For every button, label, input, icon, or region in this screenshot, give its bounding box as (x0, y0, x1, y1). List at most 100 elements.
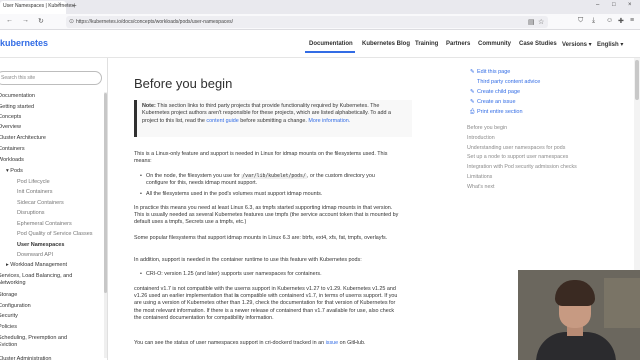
cri-dockerd-text: on GitHub. (338, 340, 366, 346)
list-item-crio: CRI-O: version 1.25 (and later) supports… (140, 271, 386, 278)
content-guide-link[interactable]: content guide (206, 118, 238, 124)
sidebar-item[interactable]: ▸ Workload Management (6, 262, 67, 268)
paragraph-containerd: containerd v1.7 is not compatible with t… (134, 286, 399, 322)
browser-tab[interactable]: User Namespaces | Kubernetes × (0, 1, 74, 14)
main-content: Before you begin Note: This section link… (108, 58, 458, 360)
list-item-node-filesystem: On the node, the filesystem you use for … (140, 173, 386, 187)
sidebar-scroll-thumb[interactable] (104, 93, 107, 293)
toc-action-label: Edit this page (477, 69, 511, 75)
sidebar-item[interactable]: Sidecar Containers (17, 200, 64, 206)
edit-icon: ✎ (470, 69, 475, 75)
sidebar-item[interactable]: Concepts (0, 114, 21, 120)
paragraph-linux-only: This is a Linux-only feature and support… (134, 151, 388, 165)
tab-title: User Namespaces | Kubernetes (3, 3, 74, 9)
list-item-volumes: All the filesystems used in the pod's vo… (140, 191, 386, 198)
kubernetes-logo[interactable]: kubernetes (0, 38, 48, 48)
extensions-icon[interactable]: ✚ (618, 17, 624, 25)
sidebar-item[interactable]: Policies (0, 324, 17, 330)
sidebar-item[interactable]: Downward API (17, 252, 53, 258)
toc-pod-security[interactable]: Integration with Pod security admission … (467, 164, 577, 170)
more-information-link[interactable]: More information. (308, 118, 350, 124)
address-bar[interactable]: ⊙ https://kubernetes.io/docs/concepts/wo… (66, 16, 548, 28)
issue-link[interactable]: issue (326, 340, 339, 346)
forward-icon[interactable]: → (22, 17, 29, 24)
toc-action-label: Create child page (477, 89, 521, 95)
nav-documentation[interactable]: Documentation (309, 41, 353, 47)
search-placeholder: Search this site (1, 75, 36, 81)
bookmark-icon[interactable]: ☆ (538, 18, 544, 26)
maximize-icon[interactable]: □ (612, 2, 616, 8)
download-icon[interactable]: ⤓ (592, 17, 595, 25)
nav-training[interactable]: Training (415, 41, 438, 47)
create-child-page-link[interactable]: ✎ Create child page (470, 89, 520, 95)
toc-action-label: Create an issue (477, 99, 516, 105)
sidebar-item[interactable]: User Namespaces (17, 242, 64, 248)
new-tab-icon[interactable]: + (72, 1, 77, 10)
nav-versions-dropdown[interactable]: Versions ▾ (562, 41, 592, 48)
docs-sidebar: Search this site Documentation Getting st… (0, 58, 108, 360)
page-scroll-thumb[interactable] (635, 60, 639, 100)
nav-blog[interactable]: Kubernetes Blog (362, 41, 410, 47)
browser-toolbar: ← → ↻ ⊙ https://kubernetes.io/docs/conce… (0, 14, 640, 30)
sidebar-item[interactable]: Security (0, 313, 18, 319)
nav-community[interactable]: Community (478, 41, 511, 47)
sidebar-item[interactable]: Storage (0, 292, 17, 298)
toc-introduction[interactable]: Introduction (467, 135, 495, 141)
account-icon[interactable]: ☺ (606, 17, 613, 24)
paragraph-filesystems: Some popular filesystems that support id… (134, 235, 388, 241)
sidebar-item[interactable]: Workloads (0, 157, 24, 163)
print-section-link[interactable]: ⎙ Print entire section (470, 109, 523, 116)
toc-set-up-node[interactable]: Set up a node to support user namespaces (467, 154, 568, 160)
third-party-advice-link[interactable]: Third party content advice (477, 79, 540, 85)
reload-icon[interactable]: ↻ (38, 17, 44, 25)
sidebar-item[interactable]: Getting started (0, 104, 34, 110)
section-heading: Before you begin (134, 76, 233, 91)
back-icon[interactable]: ← (6, 17, 13, 24)
reader-icon[interactable]: ▤ (528, 18, 535, 26)
sidebar-item[interactable]: Documentation (0, 93, 35, 99)
sidebar-item[interactable]: Containers (0, 146, 25, 152)
webcam-overlay (518, 270, 640, 360)
sidebar-item[interactable]: Init Containers (17, 189, 52, 195)
close-tab-icon[interactable]: × (58, 2, 62, 8)
edit-page-link[interactable]: ✎ Edit this page (470, 69, 510, 75)
create-issue-link[interactable]: ✎ Create an issue (470, 99, 516, 105)
paragraph-cri-dockerd: You can see the status of user namespace… (134, 340, 399, 347)
edit-icon: ✎ (470, 89, 475, 95)
edit-icon: ✎ (470, 99, 475, 105)
sidebar-item[interactable]: Cluster Architecture (0, 135, 46, 141)
toc-understanding[interactable]: Understanding user namespaces for pods (467, 145, 565, 151)
bullet-text: On the node, the filesystem you use for (146, 173, 242, 179)
cri-dockerd-text: You can see the status of user namespace… (134, 340, 326, 346)
toc-whats-next[interactable]: What's next (467, 184, 495, 190)
nav-case-studies[interactable]: Case Studies (519, 41, 557, 47)
nav-language-dropdown[interactable]: English ▾ (597, 41, 623, 48)
menu-icon[interactable]: ≡ (630, 17, 634, 24)
sidebar-item[interactable]: Services, Load Balancing, and Networking (0, 273, 82, 287)
paragraph-linux-6-3: In practice this means you need at least… (134, 205, 399, 226)
sidebar-item[interactable]: Cluster Administration (0, 356, 52, 360)
paragraph-runtime: In addition, support is needed in the co… (134, 257, 362, 263)
search-input[interactable]: Search this site (0, 71, 102, 85)
lock-icon: ⊙ (69, 19, 75, 25)
sidebar-item[interactable]: Configuration (0, 303, 31, 309)
tab-bar: User Namespaces | Kubernetes × + – □ × (0, 0, 640, 14)
note-label: Note: (142, 103, 156, 109)
toc-before-you-begin[interactable]: Before you begin (467, 125, 507, 131)
toc-limitations[interactable]: Limitations (467, 174, 492, 180)
print-icon: ⎙ (470, 109, 475, 115)
sidebar-item[interactable]: Disruptions (17, 210, 45, 216)
kubelet-pods-path: /var/lib/kubelet/pods/ (241, 174, 307, 179)
toc-action-label: Print entire section (477, 109, 523, 115)
close-window-icon[interactable]: × (628, 2, 632, 8)
sidebar-item[interactable]: ▾ Pods (6, 168, 23, 174)
sidebar-item[interactable]: Pod Quality of Service Classes (17, 231, 93, 237)
shield-icon[interactable]: ⛉ (578, 17, 583, 25)
nav-partners[interactable]: Partners (446, 41, 470, 47)
sidebar-item[interactable]: Pod Lifecycle (17, 179, 50, 185)
minimize-icon[interactable]: – (596, 2, 599, 8)
sidebar-item[interactable]: Scheduling, Preemption and Eviction (0, 335, 82, 349)
sidebar-item[interactable]: Overview (0, 124, 21, 130)
sidebar-item[interactable]: Ephemeral Containers (17, 221, 72, 227)
site-header: kubernetes Documentation Kubernetes Blog… (0, 30, 640, 58)
